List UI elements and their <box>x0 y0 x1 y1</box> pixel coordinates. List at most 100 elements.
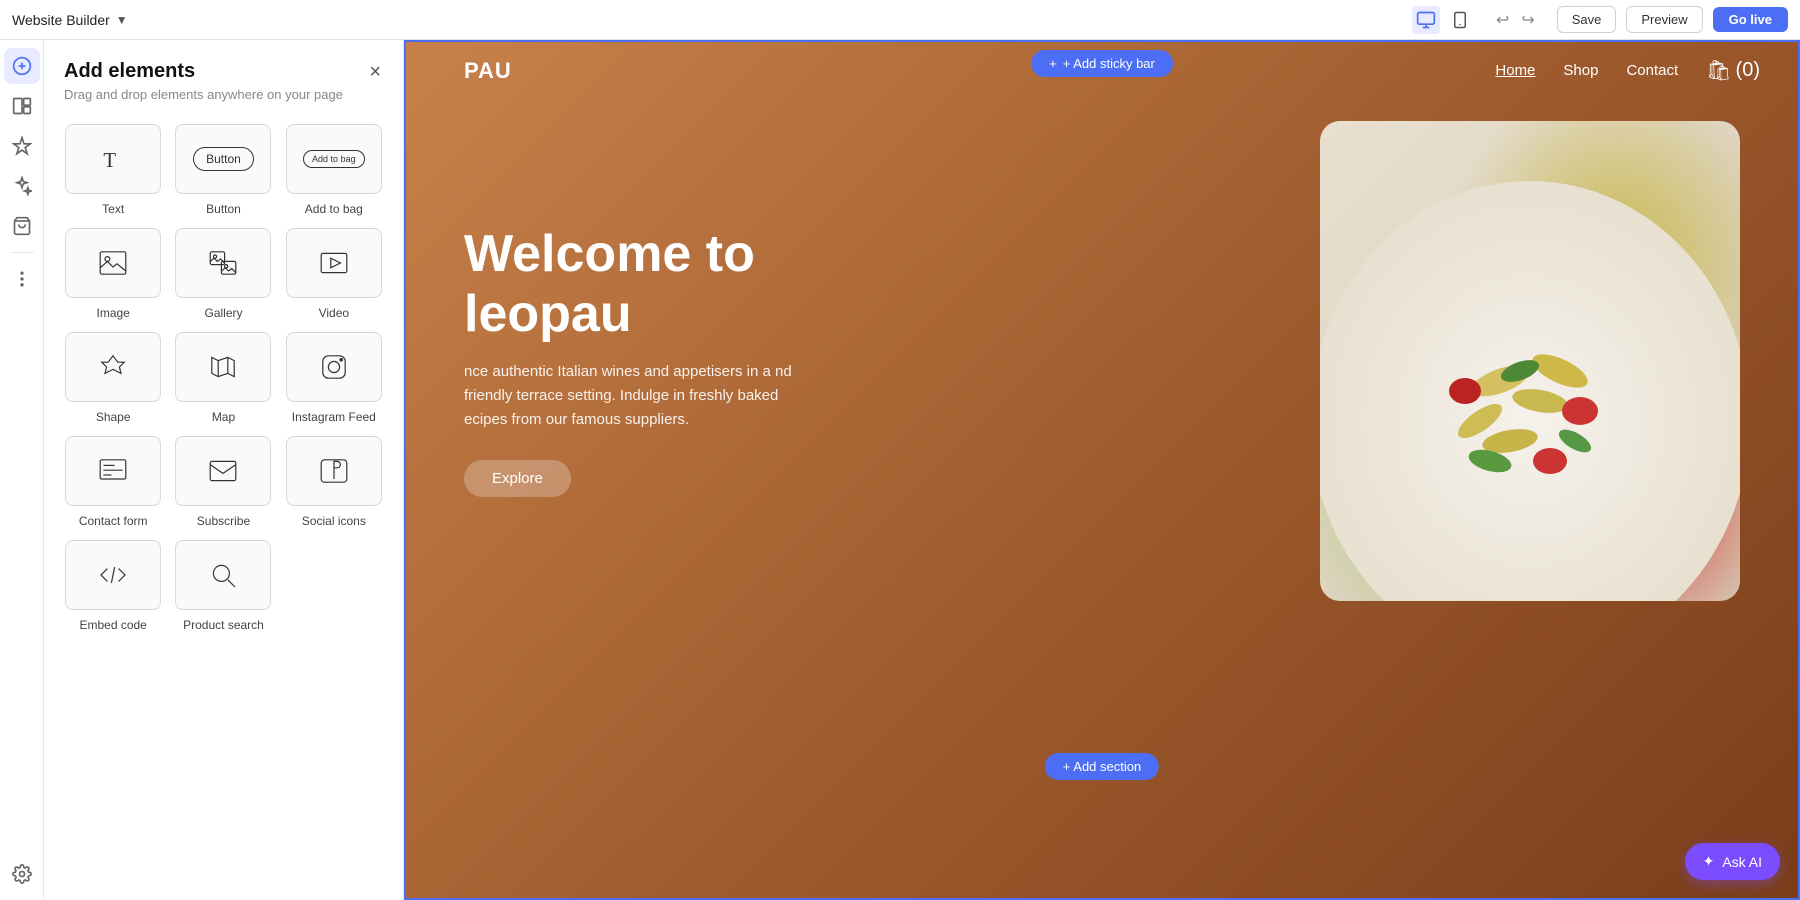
desktop-icon[interactable] <box>1412 6 1440 34</box>
panel-title: Add elements <box>64 60 343 83</box>
preview-button[interactable]: Preview <box>1626 6 1702 33</box>
preview-hero-text: Welcome toleopau nce authentic Italian w… <box>464 225 1280 498</box>
sidebar-item-settings[interactable] <box>4 856 40 892</box>
device-switcher <box>1412 6 1474 34</box>
preview-hero-title: Welcome toleopau <box>464 225 1280 345</box>
pasta-image <box>1320 121 1740 601</box>
element-instagram-label: Instagram Feed <box>292 410 376 424</box>
preview-frame: PAU Home Shop Contact 🛍 (0) + Add se <box>404 40 1800 900</box>
element-social-icon-box[interactable] <box>286 436 382 506</box>
element-embed-icon-box[interactable] <box>65 540 161 610</box>
toolbar-right: ↩ ↪ Save Preview Go live <box>1412 6 1788 34</box>
preview-brand: PAU <box>464 58 512 84</box>
panel-header: Add elements Drag and drop elements anyw… <box>44 40 403 112</box>
redo-button[interactable]: ↪ <box>1517 6 1538 34</box>
element-shape-icon-box[interactable] <box>65 332 161 402</box>
element-video-icon-box[interactable] <box>286 228 382 298</box>
add-sticky-bar-button[interactable]: + + Add sticky bar <box>1031 50 1173 77</box>
element-gallery[interactable]: Gallery <box>174 228 272 320</box>
undo-redo-group: ↩ ↪ <box>1492 6 1539 34</box>
element-subscribe-label: Subscribe <box>197 514 250 528</box>
save-button[interactable]: Save <box>1557 6 1617 33</box>
element-gallery-icon-box[interactable] <box>175 228 271 298</box>
button-preview: Button <box>193 147 254 171</box>
element-contactform-icon-box[interactable] <box>65 436 161 506</box>
element-text-icon-box[interactable]: T <box>65 124 161 194</box>
hero-title-text: Welcome toleopau <box>464 225 755 343</box>
element-button[interactable]: Button Button <box>174 124 272 216</box>
element-addtobag-icon-box[interactable]: Add to bag <box>286 124 382 194</box>
element-addtobag[interactable]: Add to bag Add to bag <box>285 124 383 216</box>
ask-ai-icon: ✦ <box>1703 853 1715 870</box>
element-contactform-label: Contact form <box>79 514 148 528</box>
element-gallery-label: Gallery <box>204 306 242 320</box>
preview-hero-image <box>1320 121 1740 601</box>
website-builder-label: Website Builder <box>12 12 110 28</box>
brand-chevron[interactable]: ▼ <box>116 13 128 27</box>
top-bar: Website Builder ▼ ↩ ↪ Save Preview Go li… <box>0 0 1800 40</box>
element-map-label: Map <box>212 410 235 424</box>
sidebar-divider <box>10 252 34 253</box>
sidebar-item-layers[interactable] <box>4 88 40 124</box>
element-text[interactable]: T Text <box>64 124 162 216</box>
preview-hero-desc: nce authentic Italian wines and appetise… <box>464 360 804 432</box>
mobile-icon[interactable] <box>1446 6 1474 34</box>
add-section-label: + Add section <box>1063 759 1141 774</box>
preview-nav-links: Home Shop Contact 🛍 (0) <box>1495 58 1760 83</box>
sidebar-item-add[interactable] <box>4 48 40 84</box>
element-contactform[interactable]: Contact form <box>64 436 162 528</box>
website-preview: PAU Home Shop Contact 🛍 (0) + Add se <box>404 40 1800 900</box>
element-shape-label: Shape <box>96 410 131 424</box>
sidebar-item-more[interactable] <box>4 261 40 297</box>
element-map-icon-box[interactable] <box>175 332 271 402</box>
element-image[interactable]: Image <box>64 228 162 320</box>
brand-area: Website Builder ▼ <box>12 12 128 28</box>
nav-link-shop[interactable]: Shop <box>1563 62 1598 79</box>
addtobag-preview: Add to bag <box>303 150 365 168</box>
nav-link-contact[interactable]: Contact <box>1626 62 1678 79</box>
element-subscribe-icon-box[interactable] <box>175 436 271 506</box>
element-button-label: Button <box>206 202 241 216</box>
element-social[interactable]: Social icons <box>285 436 383 528</box>
icon-sidebar <box>0 40 44 900</box>
element-video[interactable]: Video <box>285 228 383 320</box>
element-button-icon-box[interactable]: Button <box>175 124 271 194</box>
element-productsearch-icon-box[interactable] <box>175 540 271 610</box>
element-embed-label: Embed code <box>79 618 146 632</box>
sticky-bar-plus: + <box>1049 56 1057 71</box>
element-text-label: Text <box>102 202 124 216</box>
undo-button[interactable]: ↩ <box>1492 6 1513 34</box>
golive-button[interactable]: Go live <box>1713 7 1788 32</box>
sidebar-item-store[interactable] <box>4 208 40 244</box>
element-shape[interactable]: Shape <box>64 332 162 424</box>
ask-ai-button[interactable]: ✦ Ask AI <box>1685 843 1780 880</box>
canvas-area: + + Add sticky bar PAU Home Shop Contact… <box>404 40 1800 900</box>
svg-text:T: T <box>104 149 117 172</box>
main-area: Add elements Drag and drop elements anyw… <box>0 40 1800 900</box>
cart-count: (0) <box>1736 59 1760 82</box>
add-section-button[interactable]: + Add section <box>1045 753 1159 780</box>
panel-close-button[interactable]: × <box>367 60 383 84</box>
element-instagram[interactable]: Instagram Feed <box>285 332 383 424</box>
sidebar-item-ai[interactable] <box>4 168 40 204</box>
element-map[interactable]: Map <box>174 332 272 424</box>
add-elements-panel: Add elements Drag and drop elements anyw… <box>44 40 404 900</box>
elements-grid: T Text Button Button Add to bag Add to b… <box>44 112 403 652</box>
preview-hero: Welcome toleopau nce authentic Italian w… <box>404 91 1800 631</box>
element-addtobag-label: Add to bag <box>305 202 363 216</box>
element-productsearch[interactable]: Product search <box>174 540 272 632</box>
element-instagram-icon-box[interactable] <box>286 332 382 402</box>
element-image-label: Image <box>96 306 129 320</box>
panel-subtitle: Drag and drop elements anywhere on your … <box>64 87 343 102</box>
sidebar-item-design[interactable] <box>4 128 40 164</box>
explore-button[interactable]: Explore <box>464 460 571 497</box>
cart-icon: 🛍 <box>1706 58 1731 83</box>
element-image-icon-box[interactable] <box>65 228 161 298</box>
element-social-label: Social icons <box>302 514 366 528</box>
element-embed[interactable]: Embed code <box>64 540 162 632</box>
element-productsearch-label: Product search <box>183 618 264 632</box>
element-video-label: Video <box>319 306 349 320</box>
nav-link-home[interactable]: Home <box>1495 62 1535 79</box>
preview-cart[interactable]: 🛍 (0) <box>1706 58 1760 83</box>
element-subscribe[interactable]: Subscribe <box>174 436 272 528</box>
